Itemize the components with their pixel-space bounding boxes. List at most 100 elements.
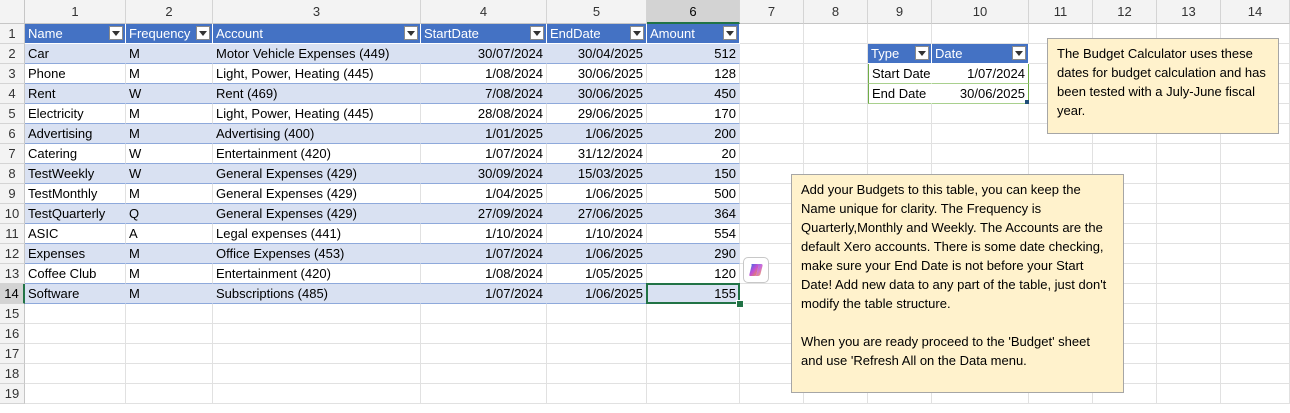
grid-cell[interactable] [421, 364, 547, 384]
budget-cell-name[interactable]: Advertising [25, 124, 126, 144]
filter-dropdown-icon[interactable] [196, 26, 210, 40]
row-header[interactable]: 13 [0, 264, 25, 284]
grid-cell[interactable] [1157, 344, 1221, 364]
grid-cell[interactable] [1221, 144, 1290, 164]
select-all-corner[interactable] [0, 0, 25, 24]
grid-cell[interactable] [932, 124, 1029, 144]
row-header[interactable]: 2 [0, 44, 25, 64]
grid-cell[interactable] [25, 384, 126, 404]
budget-cell-frequency[interactable]: M [126, 264, 213, 284]
grid-cell[interactable] [804, 24, 868, 44]
budget-cell-name[interactable]: TestQuarterly [25, 204, 126, 224]
filter-dropdown-icon[interactable] [723, 26, 737, 40]
grid-cell[interactable] [932, 144, 1029, 164]
row-header[interactable]: 8 [0, 164, 25, 184]
budget-cell-startdate[interactable]: 1/04/2025 [421, 184, 547, 204]
grid-cell[interactable] [1157, 244, 1221, 264]
budget-cell-frequency[interactable]: W [126, 164, 213, 184]
budget-cell-enddate[interactable]: 31/12/2024 [547, 144, 647, 164]
grid-cell[interactable] [1157, 184, 1221, 204]
grid-cell[interactable] [740, 104, 804, 124]
column-header[interactable]: 9 [868, 0, 932, 24]
row-header[interactable]: 17 [0, 344, 25, 364]
column-header[interactable]: 2 [126, 0, 213, 24]
budget-cell-enddate[interactable]: 1/06/2025 [547, 184, 647, 204]
grid-cell[interactable] [868, 104, 932, 124]
grid-cell[interactable] [647, 324, 740, 344]
column-header[interactable]: 1 [25, 0, 126, 24]
grid-cell[interactable] [547, 384, 647, 404]
grid-cell[interactable] [1221, 344, 1290, 364]
grid-cell[interactable] [421, 304, 547, 324]
budget-cell-startdate[interactable]: 7/08/2024 [421, 84, 547, 104]
row-header[interactable]: 4 [0, 84, 25, 104]
column-header[interactable]: 11 [1029, 0, 1093, 24]
grid-cell[interactable] [1221, 364, 1290, 384]
grid-cell[interactable] [804, 104, 868, 124]
fill-handle[interactable] [736, 300, 744, 308]
budget-cell-enddate[interactable]: 15/03/2025 [547, 164, 647, 184]
budget-cell-startdate[interactable]: 1/07/2024 [421, 144, 547, 164]
budget-cell-frequency[interactable]: W [126, 144, 213, 164]
date-table-cell[interactable]: Start Date [868, 64, 932, 84]
budget-cell-amount[interactable]: 290 [647, 244, 740, 264]
grid-cell[interactable] [1221, 264, 1290, 284]
column-header[interactable]: 12 [1093, 0, 1157, 24]
grid-cell[interactable] [421, 344, 547, 364]
column-header[interactable]: 8 [804, 0, 868, 24]
budget-cell-name[interactable]: TestWeekly [25, 164, 126, 184]
grid-cell[interactable] [804, 84, 868, 104]
budget-cell-enddate[interactable]: 1/06/2025 [547, 124, 647, 144]
grid-cell[interactable] [25, 344, 126, 364]
row-header[interactable]: 15 [0, 304, 25, 324]
budget-cell-startdate[interactable]: 1/07/2024 [421, 244, 547, 264]
grid-cell[interactable] [25, 304, 126, 324]
row-header[interactable]: 11 [0, 224, 25, 244]
budget-cell-account[interactable]: Rent (469) [213, 84, 421, 104]
budget-cell-startdate[interactable]: 28/08/2024 [421, 104, 547, 124]
grid-cell[interactable] [25, 324, 126, 344]
budget-cell-enddate[interactable]: 1/06/2025 [547, 284, 647, 304]
grid-cell[interactable] [804, 64, 868, 84]
grid-cell[interactable] [421, 324, 547, 344]
grid-cell[interactable] [547, 304, 647, 324]
grid-cell[interactable] [868, 24, 932, 44]
date-table-cell[interactable]: 30/06/2025 [932, 84, 1029, 104]
grid-cell[interactable] [647, 344, 740, 364]
budget-cell-account[interactable]: General Expenses (429) [213, 204, 421, 224]
row-header[interactable]: 10 [0, 204, 25, 224]
row-header[interactable]: 3 [0, 64, 25, 84]
grid-cell[interactable] [1157, 224, 1221, 244]
fiscal-year-note[interactable]: The Budget Calculator uses these dates f… [1047, 38, 1279, 134]
budget-cell-amount[interactable]: 500 [647, 184, 740, 204]
budget-cell-enddate[interactable]: 1/06/2025 [547, 244, 647, 264]
filter-dropdown-icon[interactable] [404, 26, 418, 40]
budget-cell-enddate[interactable]: 30/06/2025 [547, 84, 647, 104]
grid-cell[interactable] [1029, 144, 1093, 164]
column-header[interactable]: 6 [647, 0, 740, 24]
grid-cell[interactable] [647, 384, 740, 404]
grid-cell[interactable] [213, 364, 421, 384]
grid-cell[interactable] [213, 344, 421, 364]
grid-cell[interactable] [1221, 164, 1290, 184]
grid-cell[interactable] [213, 304, 421, 324]
row-header[interactable]: 9 [0, 184, 25, 204]
grid-cell[interactable] [421, 384, 547, 404]
budget-cell-enddate[interactable]: 29/06/2025 [547, 104, 647, 124]
budget-cell-amount[interactable]: 554 [647, 224, 740, 244]
budget-cell-amount[interactable]: 512 [647, 44, 740, 64]
grid-cell[interactable] [740, 44, 804, 64]
row-header[interactable]: 7 [0, 144, 25, 164]
budget-cell-name[interactable]: Phone [25, 64, 126, 84]
row-header[interactable]: 19 [0, 384, 25, 404]
grid-cell[interactable] [126, 384, 213, 404]
budget-cell-frequency[interactable]: Q [126, 204, 213, 224]
budget-cell-amount[interactable]: 170 [647, 104, 740, 124]
budget-cell-startdate[interactable]: 1/01/2025 [421, 124, 547, 144]
date-table-cell[interactable]: 1/07/2024 [932, 64, 1029, 84]
budget-cell-startdate[interactable]: 1/08/2024 [421, 264, 547, 284]
budget-cell-frequency[interactable]: M [126, 184, 213, 204]
budget-cell-account[interactable]: Light, Power, Heating (445) [213, 64, 421, 84]
budget-cell-account[interactable]: Subscriptions (485) [213, 284, 421, 304]
grid-cell[interactable] [1157, 384, 1221, 404]
